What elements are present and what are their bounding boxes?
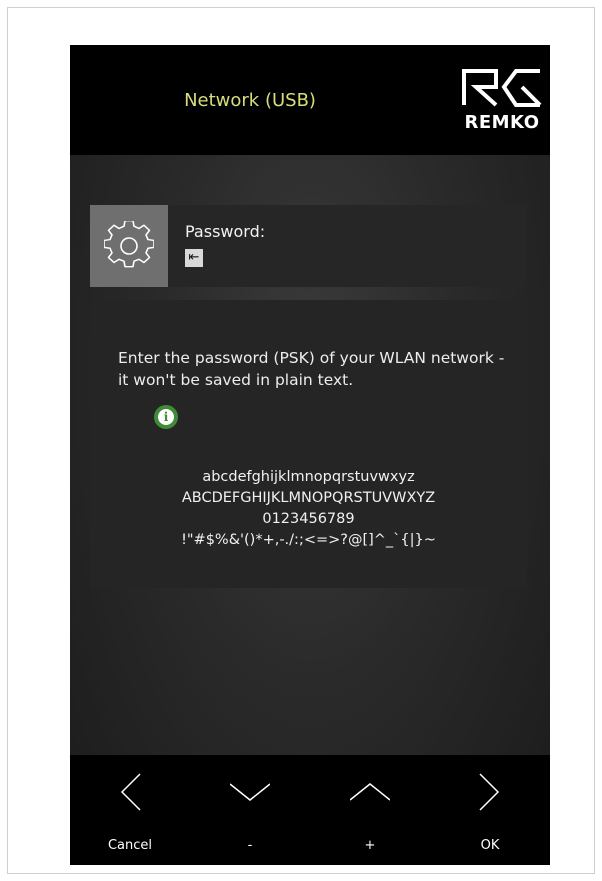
ok-button[interactable]: OK: [430, 755, 550, 865]
chevron-left-icon: [120, 773, 141, 811]
chevron-down-icon: [230, 783, 270, 801]
info-text: Enter the password (PSK) of your WLAN ne…: [118, 349, 505, 389]
chevron-right-icon: [479, 773, 500, 811]
charset-lowercase: abcdefghijklmnopqrstuvwxyz: [202, 469, 415, 485]
logo-text: REMKO: [464, 112, 540, 133]
charset-symbols: !"#$%&'()*+,-./:;<=>?@[]^_`{|}~: [181, 532, 436, 548]
ok-label: OK: [480, 838, 500, 853]
gear-icon: [90, 205, 168, 287]
parameter-label: Password:: [185, 222, 266, 241]
chevron-up-icon: [350, 783, 390, 801]
info-panel: Enter the password (PSK) of your WLAN ne…: [90, 300, 527, 588]
input-cursor[interactable]: ⇤: [185, 249, 203, 267]
plus-label: +: [364, 838, 376, 853]
remko-logo: REMKO: [460, 65, 544, 135]
screenshot-frame: Network (USB) REMKO Password: ⇤ Enter th…: [7, 7, 595, 874]
info-icon: i: [154, 405, 178, 429]
footer-nav: Cancel - + OK: [70, 755, 550, 865]
minus-label: -: [247, 838, 253, 853]
device-screen: Network (USB) REMKO Password: ⇤ Enter th…: [70, 45, 550, 865]
info-icon-glyph: i: [158, 409, 174, 425]
password-parameter-row[interactable]: Password: ⇤: [90, 205, 527, 287]
header-bar: Network (USB) REMKO: [70, 45, 550, 155]
charset-uppercase: ABCDEFGHIJKLMNOPQRSTUVWXYZ: [181, 490, 436, 506]
plus-button[interactable]: +: [310, 755, 430, 865]
allowed-characters: abcdefghijklmnopqrstuvwxyz ABCDEFGHIJKLM…: [90, 467, 527, 551]
cancel-label: Cancel: [107, 838, 153, 853]
cancel-button[interactable]: Cancel: [70, 755, 190, 865]
page-title: Network (USB): [184, 89, 316, 111]
charset-digits: 0123456789: [262, 511, 355, 527]
minus-button[interactable]: -: [190, 755, 310, 865]
remko-logo-mark: [462, 69, 542, 107]
